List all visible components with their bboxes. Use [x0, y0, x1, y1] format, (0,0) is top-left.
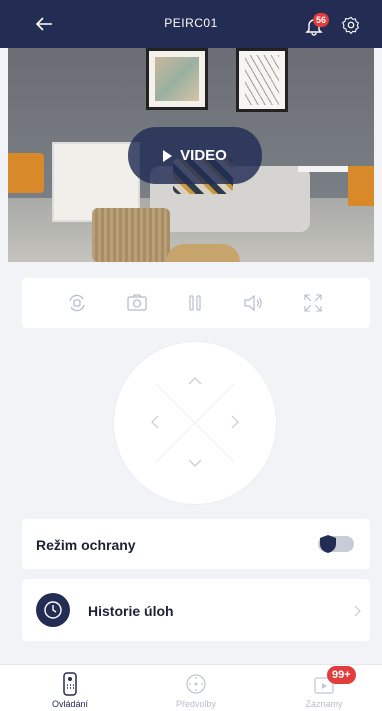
dpad-graphic	[151, 377, 239, 467]
scene-frame	[236, 48, 288, 112]
play-video-label: VIDEO	[180, 147, 227, 164]
remote-control-icon	[63, 672, 77, 696]
protection-mode-label: Režim ochrany	[36, 537, 136, 553]
scene-frame	[146, 48, 208, 110]
tab-presets[interactable]: Předvolby	[146, 671, 246, 709]
tab-controls[interactable]: Ovládání	[20, 671, 120, 709]
task-history-row[interactable]: Historie úloh	[22, 579, 370, 641]
task-history-label: Historie úloh	[88, 603, 174, 619]
gear-icon[interactable]	[342, 16, 360, 34]
left-arrow-icon	[151, 415, 159, 429]
right-arrow-icon	[231, 415, 239, 429]
snapshot-icon[interactable]	[126, 292, 148, 314]
up-arrow-icon	[188, 377, 202, 385]
tab-recordings[interactable]: Záznamy	[274, 671, 374, 709]
preset-position-icon	[186, 674, 206, 694]
rotate-camera-icon[interactable]	[66, 292, 88, 314]
tab-label: Předvolby	[175, 699, 217, 709]
play-video-button[interactable]: VIDEO	[128, 127, 262, 184]
speaker-icon[interactable]	[242, 292, 264, 314]
tab-label: Záznamy	[305, 699, 343, 709]
notification-badge: 56	[313, 13, 330, 27]
scene-pouf	[166, 244, 240, 262]
protection-mode-toggle[interactable]	[318, 535, 354, 553]
camera-controls	[22, 278, 370, 328]
scene-table	[92, 208, 170, 262]
protection-mode-row: Režim ochrany	[22, 519, 370, 569]
shield-icon	[320, 535, 336, 553]
pause-icon[interactable]	[184, 292, 206, 314]
clock-icon	[44, 601, 62, 619]
play-icon	[163, 149, 173, 162]
recordings-badge: 99+	[327, 666, 356, 684]
chevron-right-icon	[354, 605, 361, 617]
bottom-tab-bar: Ovládání Předvolby Záznamy	[0, 664, 382, 711]
ptz-direction-pad[interactable]	[114, 342, 276, 504]
tab-label: Ovládání	[51, 699, 89, 709]
scene-chair	[8, 153, 44, 193]
scene-chair	[348, 166, 374, 206]
top-bar: PEIRC01 56	[0, 0, 382, 48]
history-icon-wrap	[36, 593, 70, 627]
down-arrow-icon	[188, 459, 202, 467]
fullscreen-icon[interactable]	[302, 292, 324, 314]
